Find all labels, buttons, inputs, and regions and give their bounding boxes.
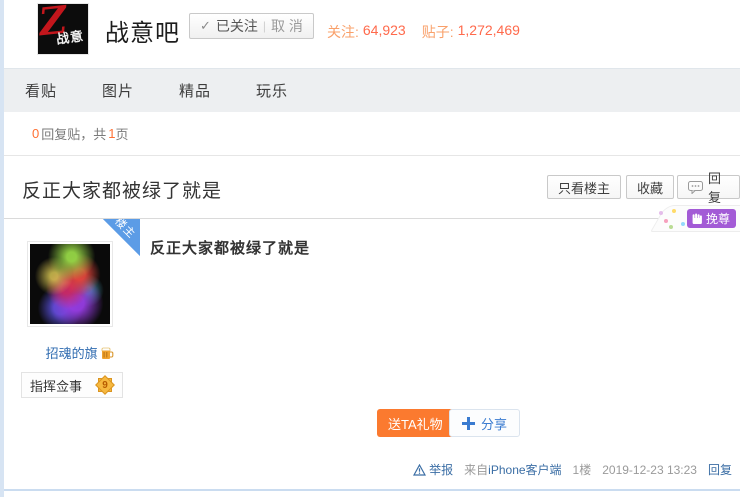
reply-button[interactable]: 回复 bbox=[677, 175, 740, 199]
tab-jingpin[interactable]: 精品 bbox=[179, 80, 211, 101]
thread-title: 反正大家都被绿了就是 bbox=[22, 176, 222, 203]
followed-cancel-button[interactable]: ✓ 已关注 | 取 消 bbox=[189, 13, 314, 39]
share-button[interactable]: 分享 bbox=[449, 409, 520, 437]
poster-user-row: 招魂的旗 bbox=[20, 343, 140, 363]
warning-triangle-icon bbox=[413, 464, 426, 476]
bottom-divider bbox=[4, 489, 740, 491]
followers-stat: 关注: 64,923 bbox=[327, 22, 406, 42]
button-separator: | bbox=[263, 19, 266, 33]
poster-avatar-image bbox=[30, 244, 110, 324]
user-rank-box: 指挥佥事 9 bbox=[21, 372, 123, 398]
wanzun-label: 挽尊 bbox=[706, 210, 730, 227]
forum-stats: 关注: 64,923 贴子: 1,272,469 bbox=[327, 22, 520, 42]
report-label: 举报 bbox=[429, 461, 453, 478]
confetti-dot bbox=[669, 225, 673, 229]
reply-info-bar: 0 回复贴，共 1 页 bbox=[4, 112, 740, 156]
forum-avatar[interactable]: Z 战意 bbox=[37, 3, 89, 55]
fist-icon bbox=[691, 213, 703, 225]
send-gift-label: 送TA礼物 bbox=[388, 414, 443, 433]
forum-title[interactable]: 战意吧 bbox=[105, 13, 180, 48]
only-lz-label: 只看楼主 bbox=[558, 178, 610, 197]
tab-tupian[interactable]: 图片 bbox=[102, 80, 134, 101]
client-link[interactable]: iPhone客户端 bbox=[488, 463, 561, 477]
report-link[interactable]: 举报 bbox=[413, 461, 453, 478]
reply-button-label: 回复 bbox=[708, 168, 729, 206]
cancel-follow-label[interactable]: 取 消 bbox=[271, 16, 303, 36]
post-timestamp: 2019-12-23 13:23 bbox=[602, 463, 697, 477]
forum-logo-text: 战意 bbox=[55, 25, 85, 48]
wanzun-badge[interactable]: 挽尊 bbox=[687, 209, 736, 228]
tab-wanle[interactable]: 玩乐 bbox=[256, 80, 288, 101]
user-rank-label: 指挥佥事 bbox=[30, 376, 82, 395]
confetti-dot bbox=[664, 219, 668, 223]
plus-share-icon bbox=[462, 417, 475, 430]
confetti-dot bbox=[672, 209, 676, 213]
page-count: 1 bbox=[108, 126, 115, 141]
user-level: 9 bbox=[96, 376, 114, 394]
posts-count: 1,272,469 bbox=[458, 22, 520, 42]
poster-avatar[interactable] bbox=[27, 241, 113, 327]
posts-label: 贴子: bbox=[422, 22, 454, 42]
favorite-button[interactable]: 收藏 bbox=[626, 175, 674, 199]
post-footer: 举报 来自iPhone客户端 1楼 2019-12-23 13:23 回复 bbox=[413, 461, 732, 478]
page-label: 页 bbox=[115, 124, 128, 143]
share-label: 分享 bbox=[481, 414, 507, 433]
poster-username[interactable]: 招魂的旗 bbox=[46, 346, 98, 361]
posts-stat: 贴子: 1,272,469 bbox=[422, 22, 520, 42]
client-source: 来自iPhone客户端 bbox=[464, 461, 561, 478]
send-gift-button[interactable]: 送TA礼物 bbox=[377, 409, 454, 437]
forum-nav-bar: 看贴 图片 精品 玩乐 bbox=[4, 68, 740, 112]
only-lz-button[interactable]: 只看楼主 bbox=[547, 175, 621, 199]
tab-kantie[interactable]: 看贴 bbox=[25, 80, 57, 101]
reply-link[interactable]: 回复 bbox=[708, 461, 732, 478]
from-prefix: 来自 bbox=[464, 463, 488, 477]
confetti-dot bbox=[659, 211, 663, 215]
beer-mug-icon bbox=[101, 346, 114, 363]
speech-bubble-icon bbox=[688, 181, 703, 194]
check-icon: ✓ bbox=[200, 18, 211, 34]
confetti-dot bbox=[681, 222, 685, 226]
reply-label: 回复贴，共 bbox=[41, 124, 106, 143]
tieba-thread-page: Z 战意 战意吧 ✓ 已关注 | 取 消 关注: 64,923 贴子: 1,27… bbox=[0, 0, 740, 497]
favorite-label: 收藏 bbox=[637, 178, 663, 197]
floor-label: 1楼 bbox=[573, 461, 592, 478]
reply-count: 0 bbox=[32, 126, 39, 141]
level-star-badge: 9 bbox=[96, 376, 114, 394]
followers-label: 关注: bbox=[327, 22, 359, 42]
post-content: 反正大家都被绿了就是 bbox=[150, 237, 310, 258]
followed-label: 已关注 bbox=[216, 16, 258, 36]
followers-count: 64,923 bbox=[363, 22, 406, 42]
